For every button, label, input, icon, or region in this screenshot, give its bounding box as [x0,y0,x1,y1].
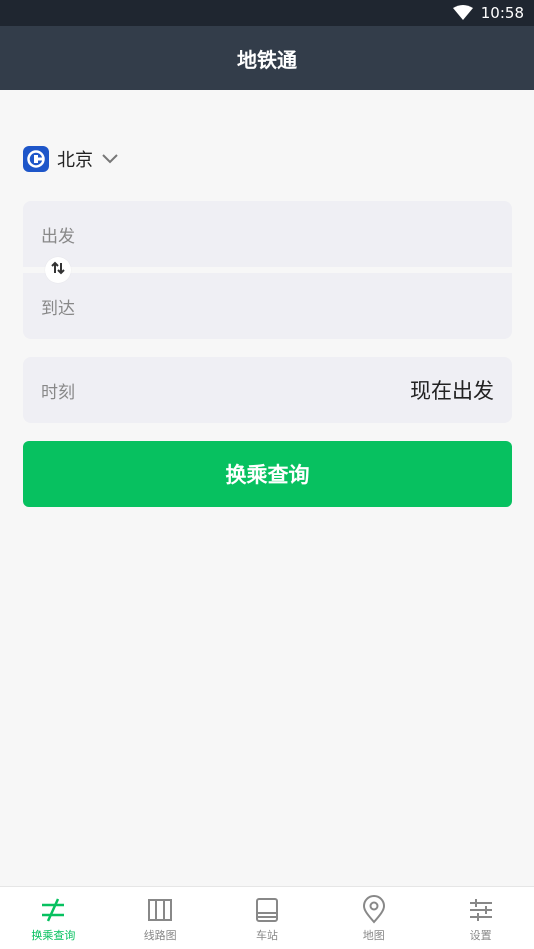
tab-station[interactable]: 车站 [214,887,321,949]
station-icon [255,898,278,922]
app-title: 地铁通 [237,47,297,72]
tab-label: 地图 [362,929,385,942]
tab-settings[interactable]: 设置 [427,887,534,949]
city-name: 北京 [57,150,93,171]
transfer-search-button[interactable]: 换乘查询 [23,441,512,507]
main-content: 北京 出发 到达 时刻 现在出发 换乘查询 [0,90,534,886]
tab-label: 线路图 [143,929,177,942]
metro-logo-icon [23,146,49,172]
sliders-icon [469,899,492,921]
location-pin-icon [362,895,385,924]
tab-label: 换乘查询 [31,929,76,942]
tab-line-map[interactable]: 线路图 [107,887,214,949]
tab-map[interactable]: 地图 [320,887,427,949]
tab-label: 车站 [255,929,278,942]
arrival-placeholder: 到达 [41,298,75,319]
time-label: 时刻 [41,382,75,403]
status-bar: 10:58 [0,0,534,26]
tab-transfer[interactable]: 换乘查询 [0,887,107,949]
departure-placeholder: 出发 [41,226,75,247]
city-selector[interactable]: 北京 [23,145,119,173]
route-card: 出发 到达 [23,201,512,339]
time-selector[interactable]: 时刻 现在出发 [23,357,512,423]
map-book-icon [148,899,173,921]
time-value: 现在出发 [410,379,494,403]
tab-label: 设置 [469,929,492,942]
arrival-input[interactable]: 到达 [23,273,512,339]
swap-arrows-icon [50,260,66,280]
departure-input[interactable]: 出发 [23,201,512,267]
bottom-tab-bar: 换乘查询 线路图 车站 地图 设置 [0,886,534,949]
status-time: 10:58 [480,4,524,22]
app-bar: 地铁通 [0,26,534,90]
wifi-icon [452,5,473,21]
swap-button[interactable] [45,257,71,283]
transfer-icon [42,898,65,922]
chevron-down-icon [101,149,119,170]
